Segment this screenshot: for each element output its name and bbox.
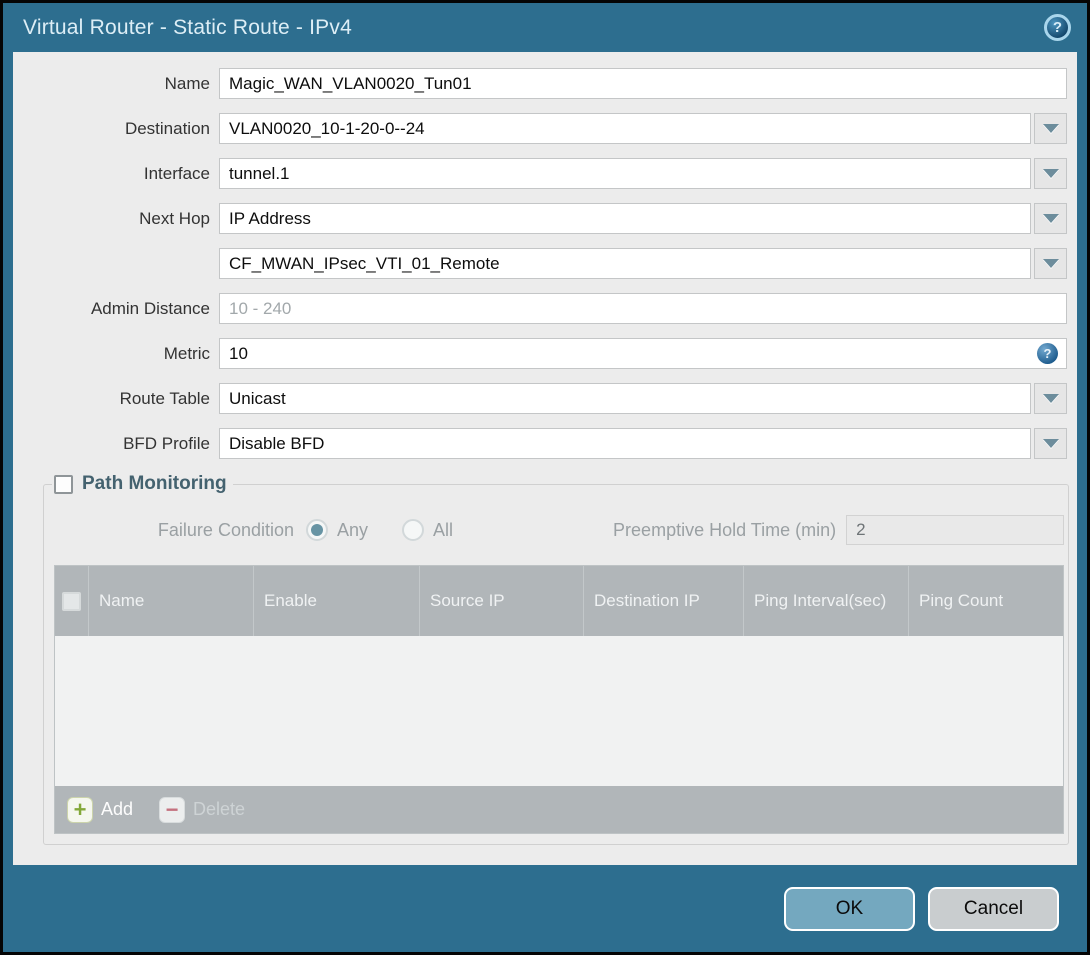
column-header-name[interactable]: Name [89,566,254,636]
chevron-down-icon [1042,124,1059,133]
radio-dot [407,524,419,536]
path-monitoring-table: Name Enable Source IP Destination IP Pin… [54,565,1065,834]
delete-button-label: Delete [193,799,246,819]
name-input[interactable] [219,68,1067,99]
delete-button[interactable]: − Delete [159,796,246,823]
admin-distance-input[interactable] [219,293,1067,324]
admin-distance-label: Admin Distance [90,299,210,318]
destination-input[interactable] [219,113,1031,144]
static-route-dialog: Virtual Router - Static Route - IPv4 ? N… [0,0,1090,955]
route-table-row: Route Table [27,383,1067,414]
destination-dropdown-button[interactable] [1034,113,1067,144]
route-table-label: Route Table [119,389,210,408]
chevron-down-icon [1042,214,1059,223]
chevron-down-icon [1042,259,1059,268]
metric-input[interactable] [219,338,1067,369]
info-icon: ? [1037,343,1058,364]
table-toolbar: + Add − Delete [55,786,1064,833]
path-monitoring-section: Path Monitoring Failure Condition Any Al… [43,473,1070,845]
next-hop-address-label [27,248,219,279]
destination-row: Destination [27,113,1067,144]
minus-icon: − [159,796,186,823]
bfd-profile-input[interactable] [219,428,1031,459]
bfd-profile-label: BFD Profile [123,434,210,453]
dialog-footer: OK Cancel [3,865,1087,952]
column-header-destination-ip[interactable]: Destination IP [584,566,744,636]
failure-condition-all-label: All [433,519,454,540]
next-hop-dropdown-button[interactable] [1034,203,1067,234]
failure-condition-any-label: Any [337,519,369,540]
interface-row: Interface [27,158,1067,189]
cancel-button[interactable]: Cancel [928,886,1059,931]
next-hop-label: Next Hop [139,209,210,228]
title-bar: Virtual Router - Static Route - IPv4 ? [3,3,1087,52]
failure-condition-label: Failure Condition [157,519,294,540]
interface-label: Interface [143,164,210,183]
select-all-checkbox[interactable] [62,591,81,611]
path-monitoring-title: Path Monitoring [82,473,227,494]
help-icon[interactable]: ? [1044,14,1071,41]
path-monitoring-checkbox[interactable] [54,474,73,494]
chevron-down-icon [1042,169,1059,178]
next-hop-address-input[interactable] [219,248,1031,279]
name-row: Name [27,68,1067,99]
dialog-body: Name Destination Interface Next Hop [13,52,1077,865]
dialog-title: Virtual Router - Static Route - IPv4 [23,15,352,39]
route-table-input[interactable] [219,383,1031,414]
destination-label: Destination [124,119,210,138]
select-all-cell [55,566,89,636]
interface-dropdown-button[interactable] [1034,158,1067,189]
chevron-down-icon [1042,439,1059,448]
name-label: Name [164,74,210,93]
interface-input[interactable] [219,158,1031,189]
column-header-enable[interactable]: Enable [254,566,420,636]
plus-icon: + [67,796,93,823]
preemptive-hold-time-label: Preemptive Hold Time (min) [613,519,837,540]
preemptive-hold-time-input[interactable] [846,515,1065,545]
failure-condition-any-radio[interactable] [306,519,328,541]
metric-row: Metric ? [27,338,1067,369]
failure-condition-row: Failure Condition Any All Preemptive Hol… [50,515,1065,545]
chevron-down-icon [1042,394,1059,403]
add-button-label: Add [101,799,134,819]
bfd-profile-dropdown-button[interactable] [1034,428,1067,459]
admin-distance-row: Admin Distance [27,293,1067,324]
column-header-source-ip[interactable]: Source IP [420,566,584,636]
next-hop-address-dropdown-button[interactable] [1034,248,1067,279]
next-hop-type-input[interactable] [219,203,1031,234]
next-hop-address-row [27,248,1067,279]
column-header-ping-interval[interactable]: Ping Interval(sec) [744,566,909,636]
bfd-profile-row: BFD Profile [27,428,1067,459]
table-body-empty [55,636,1064,786]
metric-label: Metric [163,344,210,363]
failure-condition-all-radio[interactable] [402,519,425,541]
add-button[interactable]: + Add [67,796,134,823]
path-monitoring-legend: Path Monitoring [52,473,233,495]
route-table-dropdown-button[interactable] [1034,383,1067,414]
next-hop-row: Next Hop [27,203,1067,234]
column-header-ping-count[interactable]: Ping Count [909,566,1063,636]
radio-dot [311,524,323,536]
ok-button[interactable]: OK [784,886,915,931]
table-header-row: Name Enable Source IP Destination IP Pin… [55,566,1064,636]
